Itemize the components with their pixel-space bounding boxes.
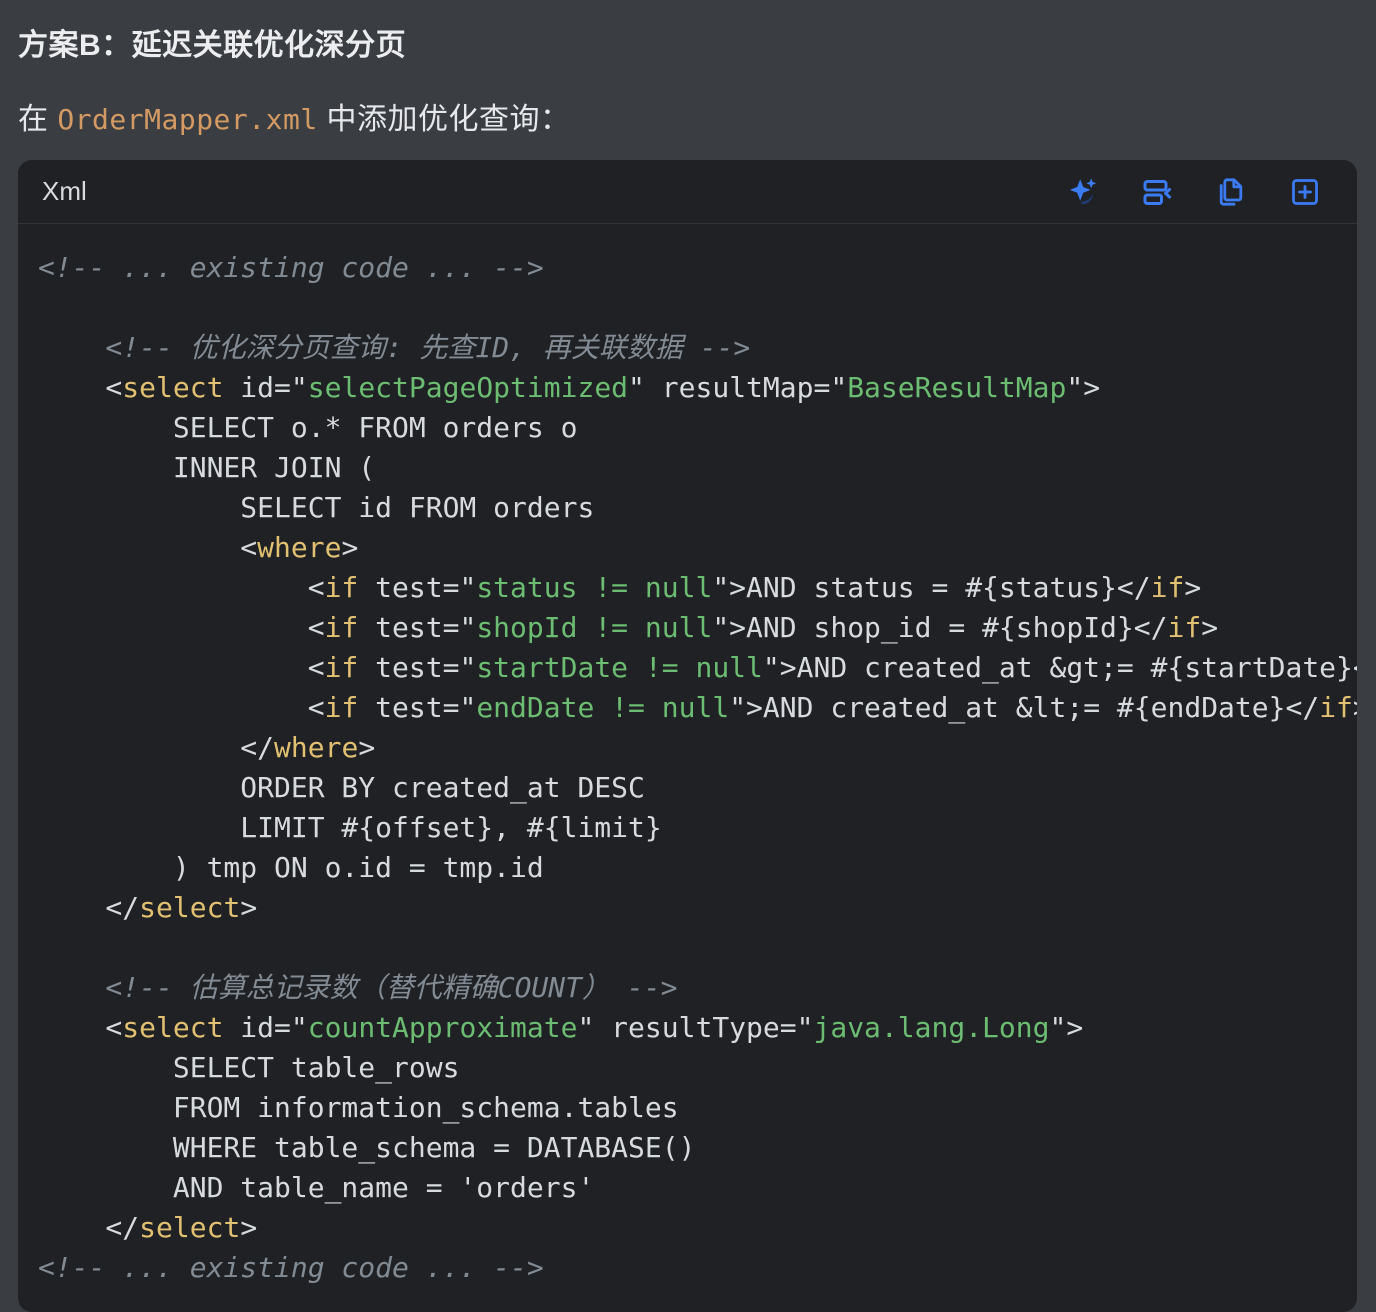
code-line: SELECT table_rows: [38, 1048, 1357, 1088]
code-line: <select id="countApproximate" resultType…: [38, 1008, 1357, 1048]
intro-suffix: 中添加优化查询：: [318, 103, 571, 136]
code-line: <if test="startDate != null">AND created…: [38, 648, 1357, 688]
section-title: 方案B：延迟关联优化深分页: [18, 20, 1358, 64]
copy-code-icon: [1215, 176, 1247, 208]
collapse-code-icon: [1141, 176, 1173, 208]
code-block: Xml: [18, 160, 1357, 1312]
code-line: [38, 928, 1357, 968]
code-line: SELECT id FROM orders: [38, 488, 1357, 528]
copy-code-button[interactable]: [1215, 176, 1247, 208]
code-content[interactable]: <!-- ... existing code ... --> <!-- 优化深分…: [18, 224, 1357, 1312]
collapse-code-button[interactable]: [1141, 176, 1173, 208]
code-line: WHERE table_schema = DATABASE(): [38, 1128, 1357, 1168]
plus-square-icon: [1289, 176, 1321, 208]
page: 方案B：延迟关联优化深分页 在 OrderMapper.xml 中添加优化查询：…: [0, 0, 1376, 1312]
code-block-header: Xml: [18, 160, 1357, 224]
add-to-file-button[interactable]: [1289, 176, 1321, 208]
code-line: <!-- ... existing code ... -->: [38, 248, 1357, 288]
code-line: <!-- 估算总记录数（替代精确COUNT） -->: [38, 968, 1357, 1008]
code-line: <if test="endDate != null">AND created_a…: [38, 688, 1357, 728]
code-line: <if test="shopId != null">AND shop_id = …: [38, 608, 1357, 648]
code-line: ORDER BY created_at DESC: [38, 768, 1357, 808]
code-line: ) tmp ON o.id = tmp.id: [38, 848, 1357, 888]
code-line: FROM information_schema.tables: [38, 1088, 1357, 1128]
code-line: SELECT o.* FROM orders o: [38, 408, 1357, 448]
language-label: Xml: [42, 176, 87, 207]
code-line: <if test="status != null">AND status = #…: [38, 568, 1357, 608]
intro-text: 在 OrderMapper.xml 中添加优化查询：: [18, 94, 1358, 138]
code-toolbar: [1067, 176, 1321, 208]
code-line: </select>: [38, 888, 1357, 928]
code-line: <where>: [38, 528, 1357, 568]
ai-sparkle-button[interactable]: [1067, 176, 1099, 208]
code-line: INNER JOIN (: [38, 448, 1357, 488]
code-line: AND table_name = 'orders': [38, 1168, 1357, 1208]
inline-code-filename: OrderMapper.xml: [57, 103, 317, 136]
code-line: <select id="selectPageOptimized" resultM…: [38, 368, 1357, 408]
code-line: [38, 288, 1357, 328]
code-line: <!-- ... existing code ... -->: [38, 1248, 1357, 1288]
code-line: </select>: [38, 1208, 1357, 1248]
intro-prefix: 在: [18, 103, 57, 136]
code-line: <!-- 优化深分页查询: 先查ID, 再关联数据 -->: [38, 328, 1357, 368]
ai-sparkle-icon: [1067, 176, 1099, 208]
code-line: </where>: [38, 728, 1357, 768]
code-line: LIMIT #{offset}, #{limit}: [38, 808, 1357, 848]
